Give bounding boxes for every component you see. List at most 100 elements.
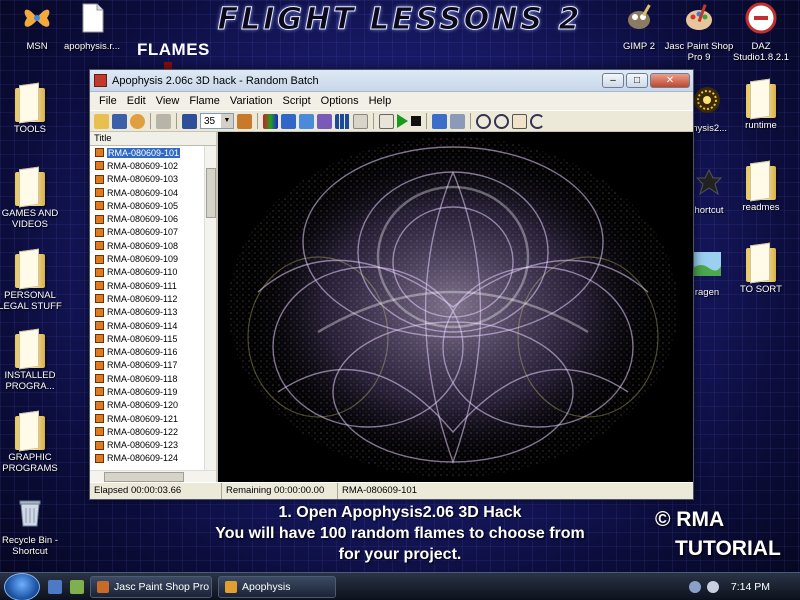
hand-icon[interactable]	[512, 113, 527, 129]
edit-script-icon[interactable]	[379, 113, 394, 129]
vertical-scrollbar[interactable]	[204, 146, 216, 470]
flame-file-icon	[95, 174, 104, 184]
desktop-icon-apophysis-file[interactable]: apophysis.r...	[55, 2, 129, 52]
palette-icon	[97, 580, 109, 593]
apophysis-window[interactable]: Apophysis 2.06c 3D hack - Random Batch –…	[89, 69, 694, 500]
daz-icon	[745, 2, 777, 34]
open-folder-icon[interactable]	[94, 113, 109, 129]
toolbar-separator	[470, 113, 471, 129]
flame-list-item[interactable]: RMA-080609-113	[90, 306, 204, 319]
flame-list-item-label: RMA-080609-103	[107, 174, 179, 185]
random-icon[interactable]	[237, 113, 252, 129]
window-body: Title RMA-080609-101 RMA-080609-102 RMA-08…	[90, 132, 693, 482]
desktop-icon-to-sort[interactable]: TO SORT	[724, 248, 798, 295]
flame-list-item[interactable]: RMA-080609-111	[90, 279, 204, 292]
flame-list-item[interactable]: RMA-080609-108	[90, 239, 204, 252]
play-icon[interactable]	[397, 114, 408, 128]
rotate-icon[interactable]	[530, 113, 545, 129]
flame-list-item[interactable]: RMA-080609-120	[90, 399, 204, 412]
flame-list-item[interactable]: RMA-080609-106	[90, 212, 204, 225]
scrollbar-thumb[interactable]	[104, 472, 184, 482]
flame-list-item[interactable]: RMA-080609-112	[90, 292, 204, 305]
minimize-button[interactable]: –	[602, 73, 624, 88]
menu-options[interactable]: Options	[316, 95, 364, 107]
caption-line-2: You will have 100 random flames to choos…	[215, 525, 585, 542]
flame-list-item[interactable]: RMA-080609-103	[90, 173, 204, 186]
flame-list-item-label: RMA-080609-106	[107, 214, 179, 225]
window-titlebar[interactable]: Apophysis 2.06c 3D hack - Random Batch –…	[90, 70, 693, 92]
adjust-icon[interactable]	[299, 113, 314, 129]
menu-view[interactable]: View	[151, 95, 185, 107]
taskbar-button-apophysis[interactable]: Apophysis	[218, 575, 336, 598]
flame-list-item[interactable]: RMA-080609-105	[90, 199, 204, 212]
render-icon[interactable]	[130, 113, 145, 129]
menu-flame[interactable]: Flame	[184, 95, 225, 107]
desktop-icon-installed[interactable]: INSTALLED PROGRA...	[0, 334, 67, 392]
scrollbar-thumb[interactable]	[206, 168, 216, 218]
menu-file[interactable]: File	[94, 95, 122, 107]
start-button[interactable]	[4, 572, 40, 600]
zoom-in-icon[interactable]	[476, 113, 491, 129]
switch-windows-icon[interactable]	[70, 579, 84, 594]
show-desktop-icon[interactable]	[48, 579, 62, 594]
zoom-out-icon[interactable]	[494, 113, 509, 129]
menu-variation[interactable]: Variation	[225, 95, 278, 107]
menu-help[interactable]: Help	[364, 95, 397, 107]
flame-list-item[interactable]: RMA-080609-114	[90, 319, 204, 332]
flame-list: RMA-080609-101 RMA-080609-102 RMA-080609-1…	[90, 146, 204, 470]
flame-list-item[interactable]: RMA-080609-117	[90, 359, 204, 372]
horizontal-scrollbar[interactable]	[90, 470, 216, 482]
clock[interactable]: 7:14 PM	[731, 581, 770, 593]
flame-list-item[interactable]: RMA-080609-116	[90, 345, 204, 358]
flame-file-icon	[95, 281, 104, 291]
maximize-button[interactable]: □	[626, 73, 648, 88]
flame-list-item-label: RMA-080609-119	[107, 386, 178, 397]
taskbar-button-paintshop[interactable]: Jasc Paint Shop Pro	[90, 575, 212, 598]
desktop-icon-recycle-bin[interactable]: Recycle Bin - Shortcut	[0, 496, 67, 557]
mutate-icon[interactable]	[317, 113, 332, 129]
flame-list-item[interactable]: RMA-080609-121	[90, 412, 204, 425]
preview-icon[interactable]	[432, 113, 447, 129]
menu-edit[interactable]: Edit	[122, 95, 151, 107]
menu-script[interactable]: Script	[278, 95, 316, 107]
flame-file-icon	[95, 214, 104, 224]
desktop-icon-games[interactable]: GAMES AND VIDEOS	[0, 172, 67, 230]
chevron-down-icon[interactable]: ▼	[221, 114, 233, 128]
flame-list-item[interactable]: RMA-080609-104	[90, 186, 204, 199]
desktop-icon-readmes[interactable]: readmes	[724, 166, 798, 213]
editor-icon[interactable]	[281, 113, 296, 129]
flame-list-item[interactable]: RMA-080609-118	[90, 372, 204, 385]
count-combo[interactable]: 35 ▼	[200, 113, 234, 129]
volume-icon[interactable]	[706, 580, 719, 593]
flame-list-item[interactable]: RMA-080609-115	[90, 332, 204, 345]
desktop-icon-tools[interactable]: TOOLS	[0, 88, 67, 135]
save-icon[interactable]	[112, 113, 127, 129]
flame-list-item-label: RMA-080609-120	[107, 400, 179, 411]
desktop-icon-daz[interactable]: DAZ Studio1.8.2.1	[724, 2, 798, 63]
flame-list-item[interactable]: RMA-080609-119	[90, 385, 204, 398]
flame-list-item[interactable]: RMA-080609-102	[90, 159, 204, 172]
options-icon[interactable]	[353, 113, 368, 129]
flame-file-icon	[95, 387, 104, 397]
desktop-icon-runtime[interactable]: runtime	[724, 84, 798, 131]
tutorial-credit: © RMA TUTORIAL	[655, 505, 781, 563]
window-title: Apophysis 2.06c 3D hack - Random Batch	[112, 74, 319, 87]
flame-list-item[interactable]: RMA-080609-123	[90, 439, 204, 452]
flame-list-item[interactable]: RMA-080609-109	[90, 252, 204, 265]
flame-list-item[interactable]: RMA-080609-124	[90, 452, 204, 465]
list-column-header[interactable]: Title	[90, 132, 216, 146]
flame-list-item[interactable]: RMA-080609-122	[90, 425, 204, 438]
flame-list-item[interactable]: RMA-080609-107	[90, 226, 204, 239]
desktop-icon-personal[interactable]: PERSONAL LEGAL STUFF	[0, 254, 67, 312]
flame-list-item[interactable]: RMA-080609-110	[90, 266, 204, 279]
grid-icon[interactable]	[335, 113, 350, 129]
fit-icon[interactable]	[182, 113, 197, 129]
close-button[interactable]: ✕	[650, 73, 690, 88]
gradient-icon[interactable]	[263, 113, 278, 129]
undo-icon[interactable]	[156, 113, 171, 129]
flame-list-item[interactable]: RMA-080609-101	[90, 146, 204, 159]
stop-icon[interactable]	[411, 116, 421, 126]
full-render-icon[interactable]	[450, 113, 465, 129]
network-icon[interactable]	[688, 580, 701, 593]
desktop-icon-graphic[interactable]: GRAPHIC PROGRAMS	[0, 416, 67, 474]
